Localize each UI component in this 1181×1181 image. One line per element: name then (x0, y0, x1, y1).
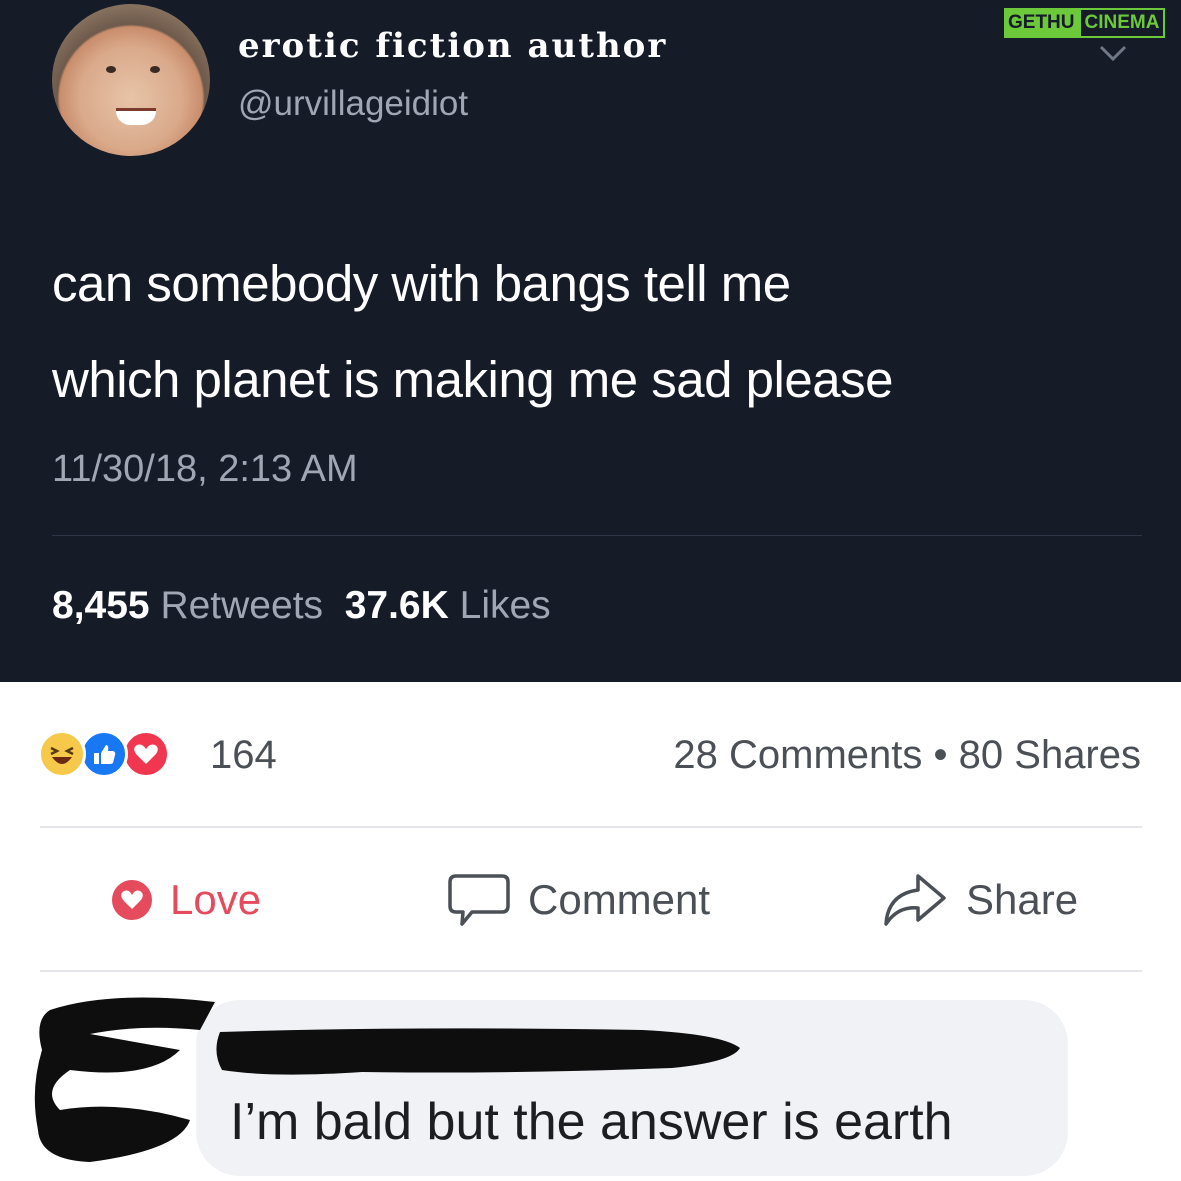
share-arrow-icon (880, 870, 950, 930)
divider (40, 826, 1142, 828)
love-reaction-icon (122, 730, 170, 778)
like-reaction-icon (80, 730, 128, 778)
love-label: Love (170, 876, 262, 923)
likes-stat[interactable]: 37.6K Likes (345, 584, 551, 627)
redacted-name (216, 1028, 740, 1075)
share-button[interactable]: Share (880, 870, 1078, 930)
love-reaction-icon (110, 878, 154, 922)
comment-text: I’m bald but the answer is earth (230, 1093, 953, 1151)
tweet-timestamp[interactable]: 11/30/18, 2:13 AM (52, 448, 358, 491)
comment-icon (446, 870, 512, 930)
haha-reaction-icon (38, 730, 86, 778)
tweet-text: can somebody with bangs tell me which pl… (52, 236, 1152, 428)
chevron-down-icon[interactable] (1098, 42, 1128, 64)
redacted-avatar (34, 997, 215, 1162)
tweet-card: erotic fiction author @urvillageidiot GE… (0, 0, 1181, 682)
tweet-text-line: can somebody with bangs tell me (52, 255, 791, 312)
retweets-count: 8,455 (52, 584, 150, 627)
shares-count-link[interactable]: 80 Shares (959, 733, 1141, 777)
comments-count-link[interactable]: 28 Comments (673, 733, 922, 777)
retweets-label: Retweets (160, 584, 324, 627)
comment-label: Comment (528, 876, 711, 923)
reaction-count[interactable]: 164 (210, 733, 277, 778)
watermark-logo: GETHU CINEMA (1004, 8, 1166, 38)
tweet-avatar[interactable] (52, 4, 210, 156)
tweet-handle[interactable]: @urvillageidiot (238, 84, 468, 124)
retweets-stat[interactable]: 8,455 Retweets (52, 584, 323, 627)
share-label: Share (966, 876, 1079, 923)
engagement-counts: 28 Comments • 80 Shares (673, 733, 1141, 778)
likes-label: Likes (459, 584, 551, 627)
divider (52, 535, 1142, 536)
comment-button[interactable]: Comment (446, 870, 710, 930)
love-button[interactable]: Love (110, 870, 261, 930)
tweet-text-line: which planet is making me sad please (52, 351, 893, 408)
divider (40, 970, 1142, 972)
likes-count: 37.6K (344, 584, 449, 627)
reaction-summary[interactable] (38, 730, 218, 780)
separator-dot: • (933, 733, 948, 777)
tweet-display-name[interactable]: erotic fiction author (238, 26, 667, 66)
tweet-stats: 8,455 Retweets 37.6K Likes (52, 584, 551, 628)
